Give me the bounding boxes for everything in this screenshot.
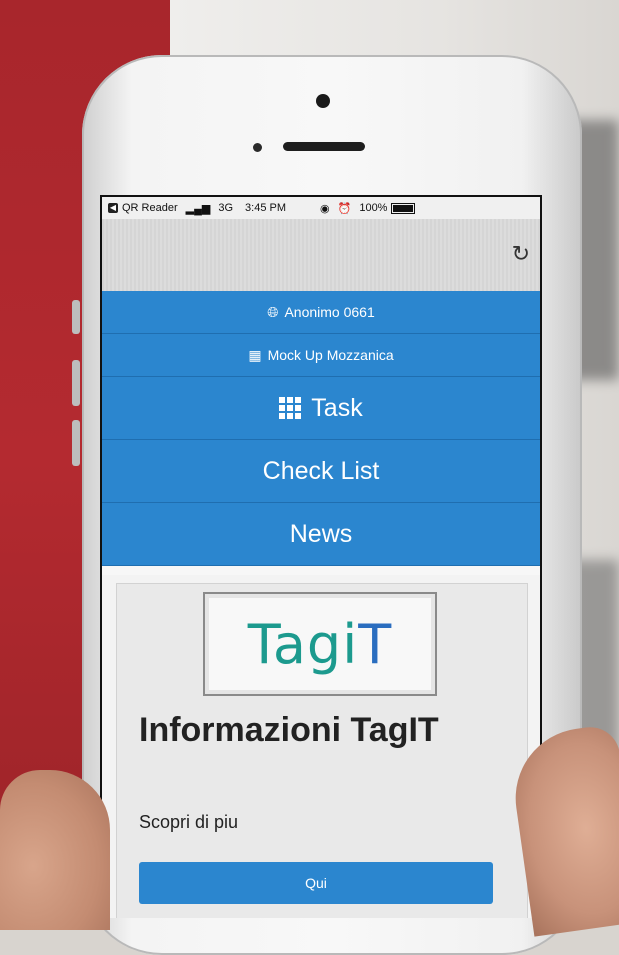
- status-bar: ◀ QR Reader ▂▄▆ 3G 3:45 PM ◉ ⏰ 100%: [102, 197, 540, 219]
- volume-up-button: [72, 360, 80, 406]
- battery-icon: [391, 202, 416, 214]
- battery-percent: 100%: [359, 202, 388, 214]
- menu-checklist[interactable]: Check List: [102, 440, 540, 503]
- clock: 3:45 PM: [245, 202, 287, 214]
- card-title: Informazioni TagIT: [139, 711, 439, 749]
- globe-icon: 🌐︎: [267, 303, 279, 320]
- location-icon: ◉: [320, 202, 330, 215]
- back-app-label[interactable]: QR Reader: [122, 202, 178, 214]
- menu-task-label: Task: [311, 393, 363, 422]
- back-to-app-icon[interactable]: ◀: [108, 203, 118, 213]
- menu-checklist-label: Check List: [262, 456, 380, 485]
- tagit-logo: TagiT: [203, 592, 437, 696]
- menu-project[interactable]: ▦ Mock Up Mozzanica: [102, 334, 540, 377]
- phone-screen: ◀ QR Reader ▂▄▆ 3G 3:45 PM ◉ ⏰ 100% ↻ 🌐︎…: [100, 195, 542, 918]
- proximity-sensor: [253, 143, 262, 152]
- grid-icon: [279, 397, 302, 419]
- info-card: TagiT Informazioni TagIT Scopri di piu Q…: [116, 583, 528, 918]
- menu-news[interactable]: News: [102, 503, 540, 566]
- menu-user[interactable]: 🌐︎ Anonimo 0661: [102, 291, 540, 334]
- menu-task[interactable]: Task: [102, 377, 540, 440]
- card-subtitle: Scopri di piu: [139, 812, 239, 832]
- logo-text: TagiT: [247, 612, 393, 676]
- qui-button[interactable]: Qui: [139, 862, 493, 904]
- signal-icon: ▂▄▆: [185, 202, 211, 215]
- menu-project-label: Mock Up Mozzanica: [267, 347, 394, 363]
- main-menu: 🌐︎ Anonimo 0661 ▦ Mock Up Mozzanica Task…: [102, 291, 540, 566]
- reload-icon[interactable]: ↻: [512, 241, 530, 267]
- volume-down-button: [72, 420, 80, 466]
- earpiece-speaker: [283, 142, 365, 151]
- mute-switch: [72, 300, 80, 334]
- alarm-icon: ⏰: [337, 202, 352, 215]
- menu-user-label: Anonimo 0661: [284, 304, 375, 320]
- menu-news-label: News: [289, 519, 353, 548]
- content-area: TagiT Informazioni TagIT Scopri di piu Q…: [102, 575, 540, 918]
- browser-toolbar: ↻: [102, 219, 540, 291]
- qrcode-icon: ▦: [248, 346, 262, 363]
- front-camera: [316, 94, 330, 108]
- network-label: 3G: [218, 202, 234, 214]
- left-finger: [0, 770, 110, 930]
